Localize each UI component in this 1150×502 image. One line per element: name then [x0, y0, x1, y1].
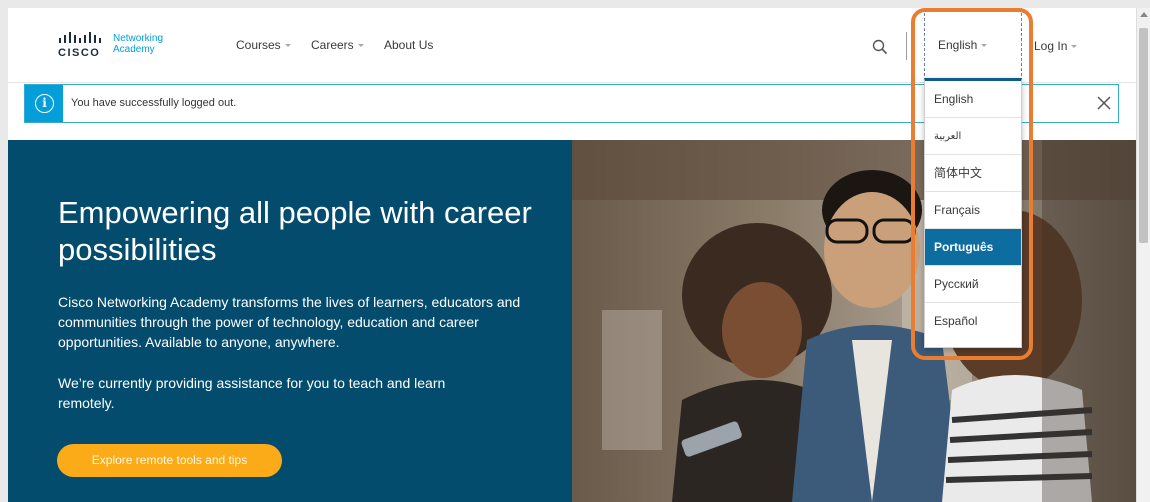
- alert-icon-box: i: [25, 85, 63, 122]
- scrollbar-thumb[interactable]: [1139, 28, 1148, 243]
- nav-about-us[interactable]: About Us: [384, 38, 433, 52]
- hero-remote-note: We’re currently providing assistance for…: [58, 375, 446, 411]
- nav-careers-label: Careers: [311, 38, 354, 52]
- info-icon: i: [35, 94, 54, 113]
- scroll-up-arrow-icon[interactable]: [1140, 12, 1148, 17]
- hero-photo: [572, 140, 1136, 502]
- academy-wordmark-line1: Networking: [113, 33, 164, 44]
- close-icon[interactable]: [1097, 96, 1111, 110]
- hero-panel: Empowering all people with career possib…: [8, 140, 572, 502]
- browser-viewport: CISCO Networking Academy Courses Careers…: [8, 8, 1136, 502]
- search-icon[interactable]: [872, 39, 888, 55]
- vertical-scrollbar[interactable]: [1136, 8, 1150, 502]
- login-link[interactable]: Log In: [1034, 39, 1078, 53]
- explore-remote-tools-button[interactable]: Explore remote tools and tips: [57, 444, 282, 477]
- nav-courses-label: Courses: [236, 38, 281, 52]
- hero-title: Empowering all people with career possib…: [58, 195, 532, 267]
- login-label: Log In: [1034, 39, 1068, 53]
- cisco-networking-academy-logo[interactable]: CISCO Networking Academy: [58, 32, 178, 60]
- highlight-annotation: [911, 8, 1033, 360]
- nav-careers[interactable]: Careers: [311, 38, 364, 52]
- chevron-down-icon: [1071, 45, 1078, 49]
- nav-about-label: About Us: [384, 38, 434, 52]
- cisco-wordmark: CISCO: [58, 47, 101, 59]
- cisco-bars-icon: [59, 32, 101, 43]
- nav-courses[interactable]: Courses: [236, 38, 291, 52]
- students-photo-illustration: [572, 140, 1136, 502]
- academy-wordmark-line2: Academy: [113, 44, 155, 55]
- chevron-down-icon: [357, 44, 364, 48]
- alert-message: You have successfully logged out.: [71, 97, 237, 109]
- chevron-down-icon: [284, 44, 291, 48]
- academy-wordmark: Networking Academy: [113, 33, 163, 55]
- hero-description: Cisco Networking Academy transforms the …: [58, 294, 521, 350]
- header-divider: [906, 32, 907, 60]
